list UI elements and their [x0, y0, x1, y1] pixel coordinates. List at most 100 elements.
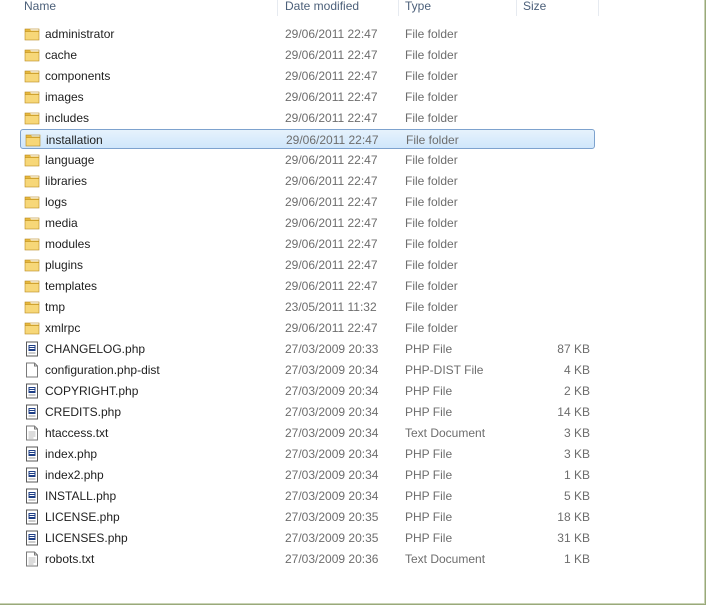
- file-name: INSTALL.php: [45, 489, 117, 503]
- file-name: media: [45, 216, 78, 230]
- file-row[interactable]: htaccess.txt 27/03/2009 20:34 Text Documen…: [20, 423, 595, 443]
- file-row[interactable]: CHANGELOG.php 27/03/2009 20:33 PHP File 87 …: [20, 339, 595, 359]
- file-size: 4 KB: [563, 363, 590, 377]
- file-name: index2.php: [45, 468, 104, 482]
- folder-icon: [24, 299, 40, 315]
- file-name: CREDITS.php: [45, 405, 122, 419]
- file-date-modified: 29/06/2011 22:47: [285, 153, 378, 167]
- file-date-modified: 27/03/2009 20:34: [285, 384, 379, 398]
- folder-icon: [24, 278, 40, 294]
- file-row[interactable]: INSTALL.php 27/03/2009 20:34 PHP File 5 KB: [20, 486, 595, 506]
- file-size: [510, 213, 590, 233]
- file-row[interactable]: components 29/06/2011 22:47 File folder: [20, 66, 595, 86]
- file-name: images: [45, 90, 84, 104]
- file-size: 87 KB: [557, 342, 590, 356]
- file-size: 18 KB: [557, 510, 590, 524]
- file-row[interactable]: includes 29/06/2011 22:47 File folder: [20, 108, 595, 128]
- file-type: File folder: [405, 321, 458, 335]
- file-type: File folder: [405, 153, 458, 167]
- column-header-type[interactable]: Type: [399, 0, 517, 16]
- file-row[interactable]: tmp 23/05/2011 11:32 File folder: [20, 297, 595, 317]
- php-file-icon: [24, 467, 40, 483]
- file-size: 14 KB: [557, 405, 590, 419]
- file-row[interactable]: xmlrpc 29/06/2011 22:47 File folder: [20, 318, 595, 338]
- file-row[interactable]: LICENSES.php 27/03/2009 20:35 PHP File 31 K…: [20, 528, 595, 548]
- file-row[interactable]: templates 29/06/2011 22:47 File folder: [20, 276, 595, 296]
- file-name: tmp: [45, 300, 66, 314]
- file-type: PHP File: [405, 405, 453, 419]
- file-list-pane: Name Date modified Type Size administrat…: [0, 0, 705, 604]
- folder-icon: [24, 215, 40, 231]
- file-name: installation: [46, 133, 103, 147]
- file-row[interactable]: modules 29/06/2011 22:47 File folder: [20, 234, 595, 254]
- file-row[interactable]: robots.txt 27/03/2009 20:36 Text Document 1…: [20, 549, 595, 569]
- file-name: language: [45, 153, 95, 167]
- file-size: [510, 45, 590, 65]
- file-type: File folder: [405, 237, 458, 251]
- file-size: 3 KB: [563, 447, 590, 461]
- file-row[interactable]: language 29/06/2011 22:47 File folder: [20, 150, 595, 170]
- file-row[interactable]: index.php 27/03/2009 20:34 PHP File 3 KB: [20, 444, 595, 464]
- file-type: File folder: [405, 111, 458, 125]
- file-name: plugins: [45, 258, 84, 272]
- php-file-icon: [24, 446, 40, 462]
- file-row[interactable]: libraries 29/06/2011 22:47 File folder: [20, 171, 595, 191]
- folder-icon: [25, 132, 41, 148]
- folder-icon: [24, 173, 40, 189]
- file-date-modified: 29/06/2011 22:47: [285, 48, 378, 62]
- php-file-icon: [24, 404, 40, 420]
- file-date-modified: 27/03/2009 20:35: [285, 531, 379, 545]
- file-date-modified: 27/03/2009 20:34: [285, 468, 379, 482]
- file-date-modified: 27/03/2009 20:34: [285, 405, 379, 419]
- folder-icon: [24, 26, 40, 42]
- column-header-date-modified[interactable]: Date modified: [279, 0, 399, 16]
- php-file-icon: [24, 530, 40, 546]
- file-row[interactable]: index2.php 27/03/2009 20:34 PHP File 1 KB: [20, 465, 595, 485]
- file-type: PHP File: [405, 468, 453, 482]
- php-file-icon: [24, 341, 40, 357]
- file-row[interactable]: plugins 29/06/2011 22:47 File folder: [20, 255, 595, 275]
- file-type: File folder: [405, 216, 458, 230]
- file-date-modified: 29/06/2011 22:47: [285, 321, 378, 335]
- column-header-name[interactable]: Name: [18, 0, 278, 16]
- file-row[interactable]: configuration.php-dist 27/03/2009 20:34 PH…: [20, 360, 595, 380]
- file-size: 1 KB: [563, 552, 590, 566]
- folder-icon: [24, 47, 40, 63]
- file-size: [510, 87, 590, 107]
- file-row[interactable]: cache 29/06/2011 22:47 File folder: [20, 45, 595, 65]
- file-type: Text Document: [405, 426, 486, 440]
- file-date-modified: 29/06/2011 22:47: [285, 258, 378, 272]
- file-type: PHP File: [405, 342, 453, 356]
- file-size: [510, 234, 590, 254]
- file-name: index.php: [45, 447, 98, 461]
- file-row[interactable]: logs 29/06/2011 22:47 File folder: [20, 192, 595, 212]
- file-date-modified: 27/03/2009 20:34: [285, 363, 379, 377]
- text-file-icon: [24, 551, 40, 567]
- file-row[interactable]: administrator 29/06/2011 22:47 File folder: [20, 24, 595, 44]
- file-row[interactable]: COPYRIGHT.php 27/03/2009 20:34 PHP File 2 K…: [20, 381, 595, 401]
- file-date-modified: 27/03/2009 20:35: [285, 510, 379, 524]
- file-date-modified: 29/06/2011 22:47: [286, 133, 379, 147]
- file-name: LICENSE.php: [45, 510, 120, 524]
- file-row[interactable]: LICENSE.php 27/03/2009 20:35 PHP File 18 KB: [20, 507, 595, 527]
- file-row[interactable]: images 29/06/2011 22:47 File folder: [20, 87, 595, 107]
- file-name: administrator: [45, 27, 115, 41]
- file-size: 31 KB: [557, 531, 590, 545]
- file-type: File folder: [405, 90, 458, 104]
- file-size: [510, 192, 590, 212]
- file-type: File folder: [405, 279, 458, 293]
- text-file-icon: [24, 425, 40, 441]
- file-type: PHP File: [405, 447, 453, 461]
- file-size: [510, 150, 590, 170]
- file-name: LICENSES.php: [45, 531, 128, 545]
- file-row[interactable]: CREDITS.php 27/03/2009 20:34 PHP File 14 KB: [20, 402, 595, 422]
- file-name: CHANGELOG.php: [45, 342, 146, 356]
- file-row[interactable]: installation 29/06/2011 22:47 File folder: [20, 129, 595, 149]
- column-header-size[interactable]: Size: [517, 0, 599, 16]
- file-date-modified: 29/06/2011 22:47: [285, 279, 378, 293]
- file-row[interactable]: media 29/06/2011 22:47 File folder: [20, 213, 595, 233]
- file-size: [510, 318, 590, 338]
- file-size: 5 KB: [563, 489, 590, 503]
- file-name: includes: [45, 111, 90, 125]
- file-type: Text Document: [405, 552, 486, 566]
